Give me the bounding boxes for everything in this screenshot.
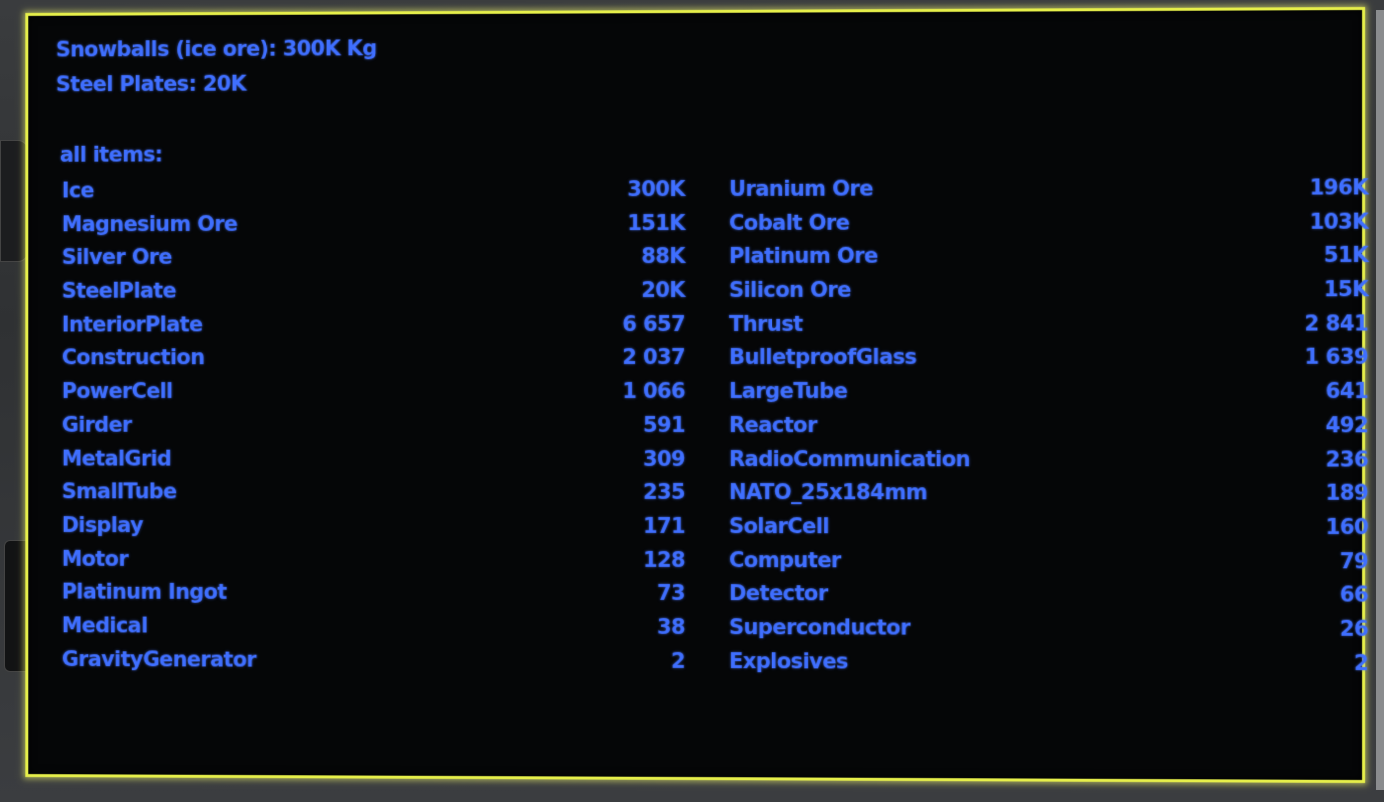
steel-plates-summary: Steel Plates: 20K bbox=[55, 71, 247, 97]
inventory-row: Superconductor 26 bbox=[729, 611, 1368, 647]
item-quantity: 151K bbox=[627, 210, 686, 235]
inventory-row: Construction 2 037 bbox=[62, 341, 685, 375]
inventory-row: Motor 128 bbox=[62, 542, 685, 577]
inventory-row: Medical 38 bbox=[62, 609, 685, 644]
item-name: LargeTube bbox=[729, 379, 848, 404]
item-name: Cobalt Ore bbox=[729, 210, 850, 235]
item-name: MetalGrid bbox=[61, 446, 172, 471]
item-quantity: 641 bbox=[1325, 378, 1369, 404]
item-name: Platinum Ore bbox=[729, 244, 878, 269]
inventory-row: PowerCell 1 066 bbox=[62, 375, 685, 409]
inventory-row: SmallTube 235 bbox=[62, 476, 685, 510]
inventory-column-left: Ice 300K Magnesium Ore 151K Silver Ore 88K … bbox=[62, 173, 685, 678]
item-quantity: 2 037 bbox=[622, 345, 686, 370]
item-quantity: 1 066 bbox=[622, 379, 686, 404]
item-name: Uranium Ore bbox=[729, 176, 874, 201]
item-quantity: 51K bbox=[1323, 243, 1369, 268]
inventory-row: Silicon Ore 15K bbox=[729, 273, 1368, 308]
inventory-row: Magnesium Ore 151K bbox=[62, 207, 685, 242]
item-name: RadioCommunication bbox=[729, 446, 970, 471]
item-name: SteelPlate bbox=[61, 278, 177, 303]
item-quantity: 128 bbox=[642, 547, 686, 572]
item-quantity: 15K bbox=[1323, 277, 1369, 302]
item-quantity: 79 bbox=[1339, 548, 1369, 573]
item-name: GravityGenerator bbox=[61, 646, 257, 672]
item-quantity: 6 657 bbox=[622, 311, 686, 336]
item-quantity: 591 bbox=[642, 412, 686, 437]
inventory-row: Explosives 2 bbox=[729, 645, 1368, 681]
item-name: Girder bbox=[61, 412, 132, 437]
item-name: Medical bbox=[61, 613, 148, 638]
inventory-row: Silver Ore 88K bbox=[62, 240, 685, 275]
ice-ore-summary: Snowballs (ice ore): 300K Kg bbox=[55, 36, 377, 62]
item-name: Platinum Ingot bbox=[61, 579, 227, 605]
inventory-row: Uranium Ore 196K bbox=[729, 171, 1368, 206]
game-viewport: Snowballs (ice ore): 300K Kg Steel Plate… bbox=[0, 0, 1384, 802]
inventory-row: Display 171 bbox=[62, 509, 685, 544]
inventory-row: Computer 79 bbox=[729, 544, 1368, 579]
item-quantity: 20K bbox=[641, 278, 686, 303]
inventory-row: Girder 591 bbox=[62, 409, 685, 443]
item-quantity: 2 841 bbox=[1304, 311, 1369, 336]
item-quantity: 235 bbox=[642, 480, 686, 505]
item-name: NATO_25x184mm bbox=[729, 480, 928, 505]
item-name: Silicon Ore bbox=[729, 277, 851, 303]
inventory-row: RadioCommunication 236 bbox=[729, 443, 1368, 477]
item-quantity: 2 bbox=[1353, 650, 1369, 675]
wall-edge bbox=[1376, 10, 1384, 790]
inventory-row: InteriorPlate 6 657 bbox=[62, 308, 685, 342]
wall-bracket bbox=[0, 140, 28, 262]
inventory-row: BulletproofGlass 1 639 bbox=[729, 341, 1368, 375]
item-quantity: 73 bbox=[656, 581, 686, 606]
item-name: Explosives bbox=[729, 648, 848, 674]
inventory-row: Detector 66 bbox=[729, 577, 1368, 612]
inventory-row: Thrust 2 841 bbox=[729, 307, 1368, 341]
item-name: PowerCell bbox=[61, 379, 173, 404]
inventory-row: SteelPlate 20K bbox=[62, 274, 685, 308]
inventory-row: Ice 300K bbox=[62, 173, 685, 208]
item-name: SolarCell bbox=[729, 513, 830, 539]
item-quantity: 38 bbox=[656, 614, 686, 639]
item-quantity: 196K bbox=[1309, 175, 1369, 200]
item-quantity: 88K bbox=[641, 244, 686, 269]
item-quantity: 309 bbox=[642, 446, 686, 471]
item-quantity: 171 bbox=[642, 513, 686, 538]
inventory-row: Platinum Ore 51K bbox=[729, 239, 1368, 274]
inventory-row: Platinum Ingot 73 bbox=[62, 576, 685, 611]
inventory-row: Cobalt Ore 103K bbox=[729, 205, 1368, 240]
item-quantity: 236 bbox=[1325, 446, 1369, 472]
all-items-label: all items: bbox=[59, 142, 163, 167]
inventory-column-right: Uranium Ore 196K Cobalt Ore 103K Platinum … bbox=[729, 171, 1368, 680]
item-name: Detector bbox=[729, 581, 828, 606]
item-quantity: 492 bbox=[1325, 412, 1369, 438]
item-name: Thrust bbox=[729, 311, 803, 336]
item-quantity: 2 bbox=[670, 648, 686, 673]
inventory-row: GravityGenerator 2 bbox=[62, 643, 685, 678]
item-name: Construction bbox=[61, 345, 205, 370]
item-name: InteriorPlate bbox=[61, 312, 203, 337]
item-quantity: 189 bbox=[1325, 480, 1369, 506]
item-quantity: 300K bbox=[627, 177, 686, 202]
item-quantity: 26 bbox=[1339, 616, 1369, 641]
item-name: Silver Ore bbox=[61, 245, 172, 270]
item-name: Computer bbox=[729, 547, 841, 572]
inventory-row: LargeTube 641 bbox=[729, 375, 1368, 409]
item-name: Ice bbox=[61, 178, 95, 203]
item-quantity: 66 bbox=[1339, 582, 1369, 607]
lcd-panel[interactable]: Snowballs (ice ore): 300K Kg Steel Plate… bbox=[25, 6, 1368, 784]
item-name: BulletproofGlass bbox=[729, 345, 917, 370]
item-name: Display bbox=[61, 513, 144, 537]
item-name: Reactor bbox=[729, 412, 817, 437]
inventory-row: MetalGrid 309 bbox=[62, 442, 685, 476]
item-quantity: 103K bbox=[1309, 209, 1369, 234]
item-name: Superconductor bbox=[729, 615, 910, 640]
item-quantity: 160 bbox=[1325, 514, 1369, 540]
inventory-row: NATO_25x184mm 189 bbox=[729, 476, 1368, 511]
inventory-row: SolarCell 160 bbox=[729, 510, 1368, 545]
item-name: Motor bbox=[61, 546, 128, 571]
inventory-row: Reactor 492 bbox=[729, 409, 1368, 443]
item-name: SmallTube bbox=[61, 479, 177, 504]
item-quantity: 1 639 bbox=[1304, 345, 1369, 370]
item-name: Magnesium Ore bbox=[61, 211, 238, 236]
